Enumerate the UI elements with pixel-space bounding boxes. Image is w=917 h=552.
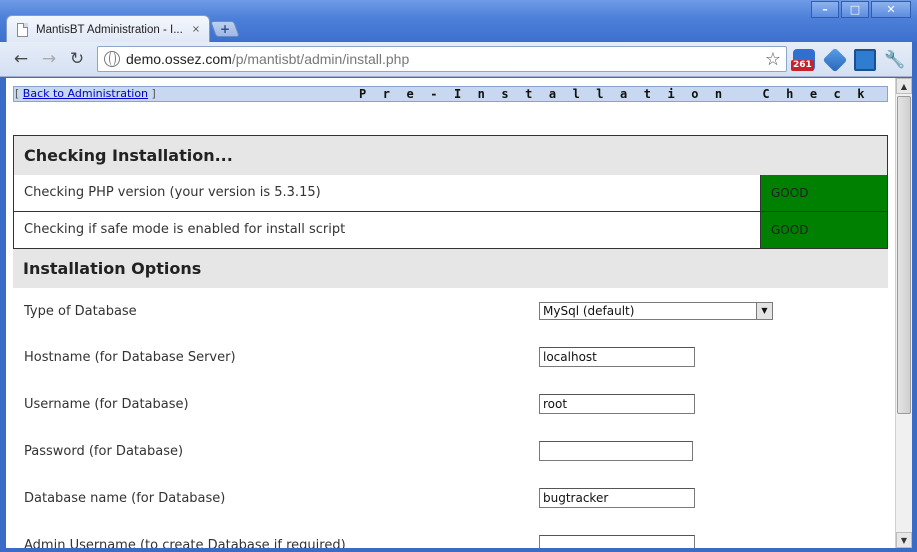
maximize-button[interactable]: □ bbox=[841, 1, 869, 18]
check-status-good: GOOD bbox=[760, 212, 887, 248]
scrollbar-thumb[interactable] bbox=[897, 96, 911, 414]
forward-button[interactable]: → bbox=[38, 49, 60, 69]
screen-capture-icon[interactable] bbox=[854, 49, 876, 71]
bracket-close: ] bbox=[148, 87, 156, 100]
vertical-scrollbar[interactable]: ▲ ▼ bbox=[895, 78, 912, 548]
check-row-safe-mode: Checking if safe mode is enabled for ins… bbox=[13, 212, 888, 249]
extension-icon[interactable] bbox=[822, 47, 848, 73]
installation-options-heading: Installation Options bbox=[13, 249, 888, 288]
close-window-button[interactable]: ✕ bbox=[871, 1, 911, 18]
globe-icon bbox=[104, 51, 120, 67]
password-label: Password (for Database) bbox=[24, 444, 184, 459]
address-url[interactable]: demo.ossez.com/p/mantisbt/admin/install.… bbox=[126, 51, 760, 67]
page-icon bbox=[17, 22, 28, 37]
url-host: demo.ossez.com bbox=[126, 51, 232, 67]
back-to-administration-link[interactable]: Back to Administration bbox=[23, 87, 148, 100]
admin-username-input[interactable] bbox=[539, 535, 695, 548]
new-tab-button[interactable]: + bbox=[210, 21, 240, 37]
scroll-down-arrow-icon[interactable]: ▼ bbox=[896, 532, 912, 548]
page-title: Pre-Installation Check bbox=[359, 87, 881, 101]
database-name-input[interactable]: bugtracker bbox=[539, 488, 695, 508]
minimize-button[interactable]: – bbox=[811, 1, 839, 18]
reload-button[interactable]: ↻ bbox=[66, 49, 88, 69]
db-type-label: Type of Database bbox=[24, 304, 137, 319]
check-label: Checking PHP version (your version is 5.… bbox=[24, 185, 321, 200]
window-controls: – □ ✕ bbox=[809, 1, 911, 18]
username-input[interactable]: root bbox=[539, 394, 695, 414]
window-frame-bottom bbox=[0, 548, 917, 552]
username-label: Username (for Database) bbox=[24, 397, 189, 412]
admin-nav-bar: [ Back to Administration ] Pre-Installat… bbox=[13, 86, 888, 102]
plus-icon: + bbox=[219, 22, 231, 36]
wrench-menu-icon[interactable]: 🔧 bbox=[884, 50, 905, 70]
db-type-selected-value: MySql (default) bbox=[543, 304, 635, 318]
admin-nav-left: [ Back to Administration ] bbox=[15, 87, 156, 101]
chevron-down-icon[interactable]: ▼ bbox=[756, 303, 772, 319]
hostname-input[interactable]: localhost bbox=[539, 347, 695, 367]
admin-username-label: Admin Username (to create Database if re… bbox=[24, 538, 346, 548]
browser-tab[interactable]: MantisBT Administration - I... × bbox=[6, 15, 210, 43]
back-button[interactable]: ← bbox=[10, 49, 32, 69]
check-label: Checking if safe mode is enabled for ins… bbox=[24, 222, 346, 237]
scroll-up-arrow-icon[interactable]: ▲ bbox=[896, 78, 912, 94]
db-type-select[interactable]: MySql (default) ▼ bbox=[539, 302, 773, 320]
mail-extension-icon[interactable]: 261 bbox=[791, 49, 815, 71]
password-input[interactable] bbox=[539, 441, 693, 461]
url-path: /p/mantisbt/admin/install.php bbox=[231, 51, 410, 67]
tab-title: MantisBT Administration - I... bbox=[36, 23, 183, 36]
mail-count-badge: 261 bbox=[791, 60, 814, 71]
address-bar[interactable]: demo.ossez.com/p/mantisbt/admin/install.… bbox=[97, 46, 787, 72]
hostname-label: Hostname (for Database Server) bbox=[24, 350, 236, 365]
check-row-php-version: Checking PHP version (your version is 5.… bbox=[13, 175, 888, 212]
bookmark-star-icon[interactable]: ☆ bbox=[760, 49, 786, 70]
browser-toolbar: ← → ↻ demo.ossez.com/p/mantisbt/admin/in… bbox=[0, 42, 917, 77]
checking-installation-heading: Checking Installation... bbox=[14, 136, 887, 175]
database-name-label: Database name (for Database) bbox=[24, 491, 226, 506]
bracket-open: [ bbox=[15, 87, 23, 100]
page-viewport: [ Back to Administration ] Pre-Installat… bbox=[6, 78, 895, 548]
window-titlebar: MantisBT Administration - I... × + – □ ✕ bbox=[0, 0, 917, 43]
tab-close-icon[interactable]: × bbox=[189, 24, 203, 35]
window-frame-right bbox=[912, 42, 917, 552]
check-status-good: GOOD bbox=[760, 175, 887, 211]
